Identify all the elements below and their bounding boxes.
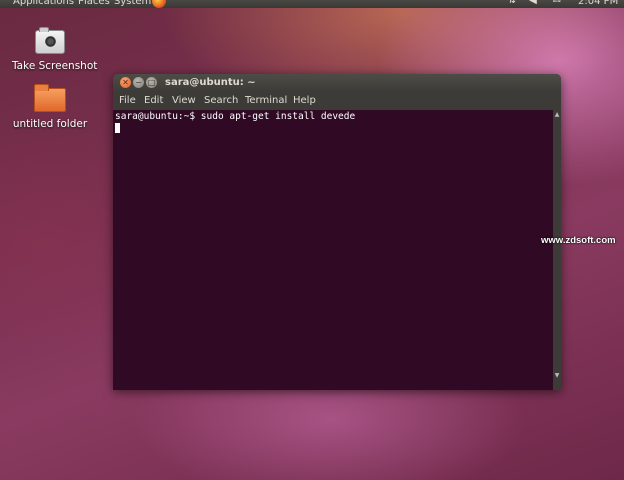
minimize-icon: −	[135, 78, 142, 87]
window-title: sara@ubuntu: ~	[165, 77, 256, 88]
desktop-icon-untitled-folder[interactable]: untitled folder	[12, 84, 88, 130]
menu-view[interactable]: View	[172, 95, 196, 107]
menu-help[interactable]: Help	[293, 95, 316, 107]
maximize-icon: □	[147, 78, 156, 87]
terminal-menubar: File Edit View Search Terminal Help	[113, 92, 561, 110]
scroll-down-icon[interactable]: ▼	[553, 372, 561, 380]
places-menu[interactable]: Places	[78, 0, 110, 8]
terminal-cursor	[115, 123, 120, 133]
top-panel: Applications Places System ⇅ ◀ ✉ 2:04 PM	[0, 0, 624, 8]
mail-icon[interactable]: ✉	[552, 0, 562, 6]
system-menu[interactable]: System	[114, 0, 151, 8]
menu-edit[interactable]: Edit	[144, 95, 163, 107]
close-button[interactable]: ✕	[120, 77, 131, 88]
terminal-scrollbar[interactable]: ▲ ▼	[553, 110, 561, 390]
window-titlebar[interactable]: ✕ − □ sara@ubuntu: ~	[113, 74, 561, 92]
terminal-command-line: sara@ubuntu:~$ sudo apt-get install deve…	[115, 111, 356, 122]
clock[interactable]: 2:04 PM	[578, 0, 618, 8]
menu-search[interactable]: Search	[204, 95, 238, 107]
applications-menu[interactable]: Applications	[13, 0, 74, 8]
desktop-icon-label: untitled folder	[12, 118, 88, 130]
watermark-text: www.zdsoft.com	[541, 235, 616, 246]
firefox-icon[interactable]	[152, 0, 166, 8]
terminal-output[interactable]: sara@ubuntu:~$ sudo apt-get install deve…	[113, 110, 553, 390]
menu-terminal[interactable]: Terminal	[245, 95, 287, 107]
desktop-icon-take-screenshot[interactable]: Take Screenshot	[12, 27, 98, 72]
folder-icon	[34, 84, 66, 112]
desktop-icon-label: Take Screenshot	[12, 60, 98, 72]
close-icon: ✕	[122, 78, 129, 87]
menu-file[interactable]: File	[119, 95, 136, 107]
camera-icon	[35, 27, 65, 54]
scroll-up-icon[interactable]: ▲	[553, 111, 561, 119]
maximize-button[interactable]: □	[146, 77, 157, 88]
volume-icon[interactable]: ◀	[528, 0, 538, 6]
terminal-window[interactable]: ✕ − □ sara@ubuntu: ~ File Edit View Sear…	[113, 74, 561, 390]
network-icon[interactable]: ⇅	[507, 0, 517, 6]
minimize-button[interactable]: −	[133, 77, 144, 88]
